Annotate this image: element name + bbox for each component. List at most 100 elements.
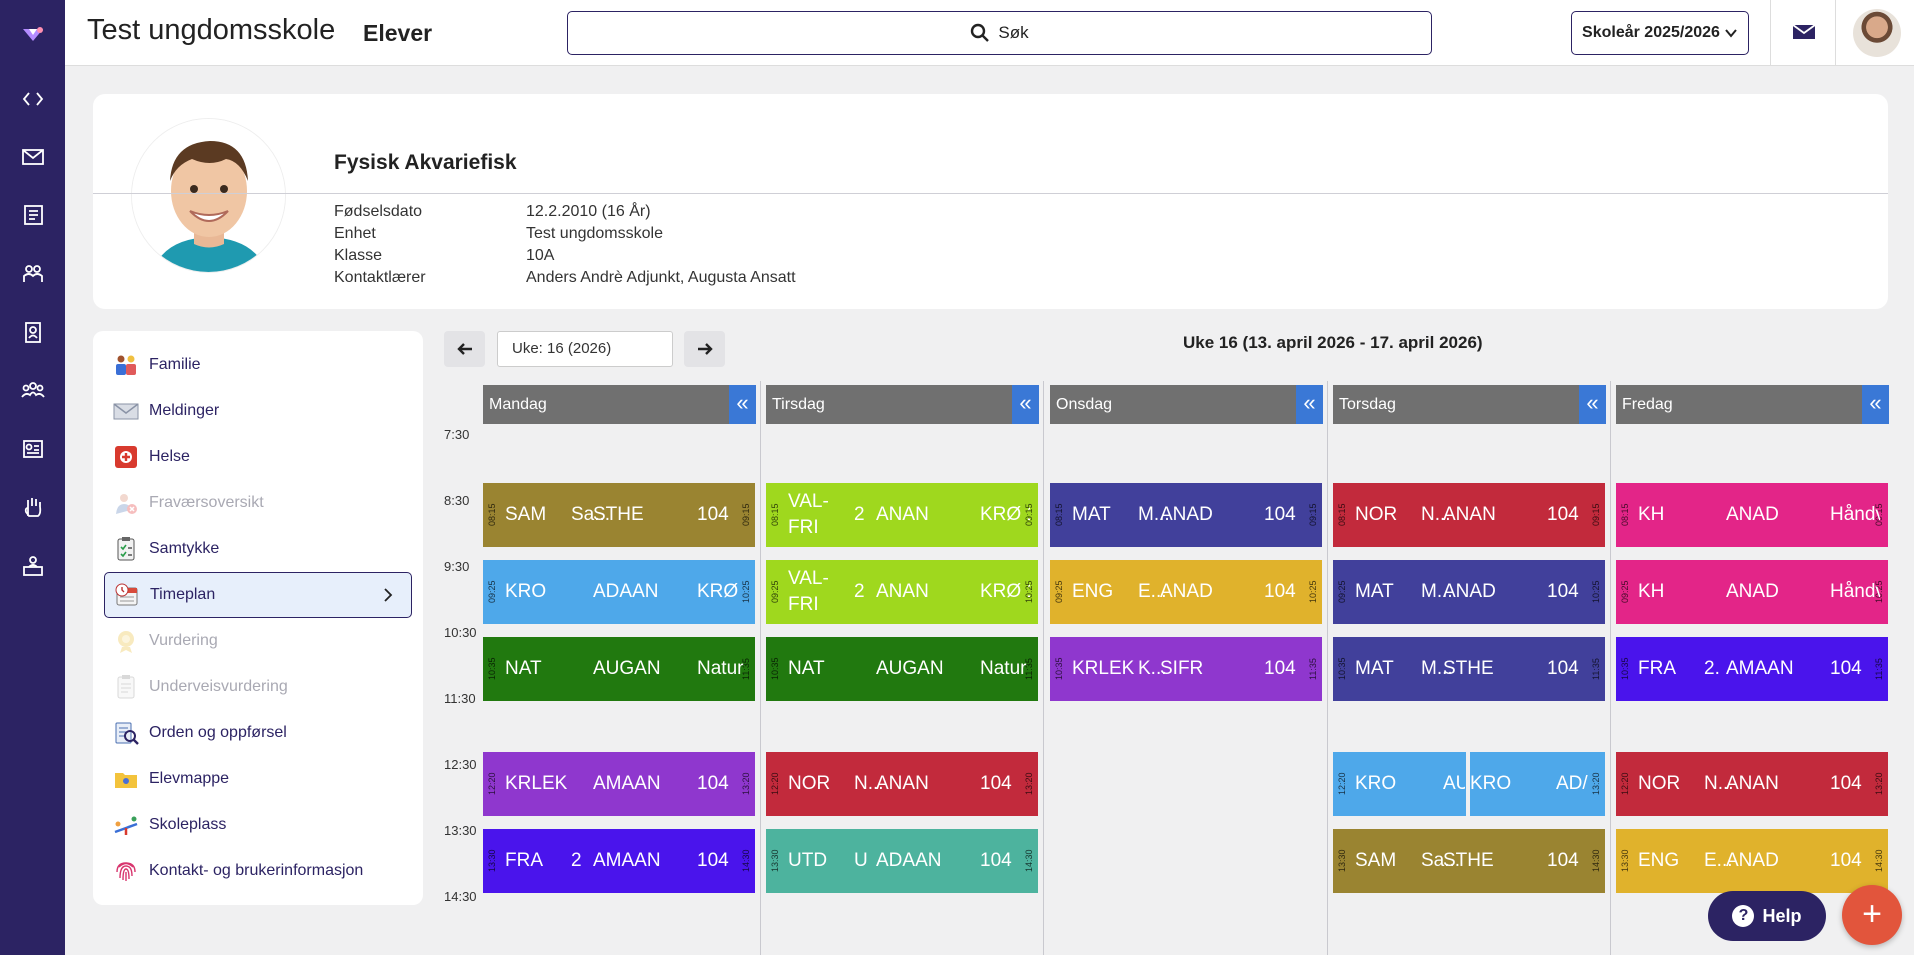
day-name: Torsdag — [1339, 396, 1396, 413]
menu-item-skoleplass[interactable]: Skoleplass — [93, 802, 423, 848]
timetable-icon — [112, 582, 142, 608]
hand-icon[interactable] — [0, 489, 65, 525]
schedule-icon[interactable] — [0, 431, 65, 467]
lesson-block[interactable]: 09:2510:25VAL-FRI2ANANKRØ 1 — [766, 559, 1038, 624]
health-icon — [111, 444, 141, 470]
lesson-block[interactable]: 08:15 09:15 NOR N... ANAN 104 — [1333, 482, 1605, 547]
mail-icon[interactable] — [0, 139, 65, 175]
menu-item-label: Kontakt- og brukerinformasjon — [149, 862, 364, 879]
lesson-teacher: AD/ — [1556, 773, 1588, 794]
time-label: 11:30 — [444, 691, 476, 706]
lesson-teacher: ANAD — [1160, 580, 1213, 602]
groups-icon[interactable] — [0, 373, 65, 409]
nav-rail — [0, 0, 65, 955]
collapse-day-button[interactable]: « — [1296, 385, 1323, 424]
students-icon[interactable] — [0, 256, 65, 292]
news-icon[interactable] — [0, 197, 65, 233]
lesson-block[interactable]: 12:20 13:20 NOR N... ANAN 104 — [766, 752, 1038, 816]
lesson-block[interactable]: 10:35 11:35 NAT AUGAN Natur — [483, 636, 755, 701]
menu-item-timeplan[interactable]: Timeplan — [104, 572, 412, 618]
lesson-start-time: 08:15 — [770, 503, 780, 526]
lesson-block[interactable]: 09:25 10:25 KH ANAD Håndv — [1616, 559, 1888, 624]
collapse-day-button[interactable]: « — [1579, 385, 1606, 424]
next-week-button[interactable] — [684, 331, 725, 367]
lesson-block[interactable]: 08:1509:15VAL-FRI2ANANKRØ 1 — [766, 482, 1038, 547]
lesson-block[interactable]: 08:15 09:15 SAM Sa... STHE 104 — [483, 482, 755, 547]
lesson-start-time: 08:15 — [1337, 503, 1347, 526]
menu-item-kontakt-og-brukerinformasjon[interactable]: Kontakt- og brukerinformasjon — [93, 848, 423, 894]
lesson-subject: KRLEK — [1072, 657, 1135, 679]
lesson-room: Natur — [697, 657, 744, 679]
expand-code-icon[interactable] — [0, 81, 65, 117]
lesson-block[interactable]: 13:30 14:30 SAM Sa... STHE 104 — [1333, 829, 1605, 893]
lesson-teacher: SIFR — [1160, 657, 1204, 679]
formative-assessment-icon — [111, 674, 141, 700]
id-card-icon[interactable] — [0, 314, 65, 350]
week-picker-input[interactable]: Uke: 16 (2026) — [497, 331, 673, 367]
day-header-mandag: Mandag « — [483, 385, 756, 424]
time-label: 12:30 — [444, 757, 477, 772]
menu-item-familie[interactable]: Familie — [93, 342, 423, 388]
lesson-room: 104 — [1264, 580, 1296, 602]
search-bar[interactable]: Søk — [567, 11, 1432, 55]
lesson-room: 104 — [1830, 657, 1862, 679]
lesson-block[interactable]: 10:35 11:35 MAT M... STHE 104 — [1333, 636, 1605, 701]
lesson-block[interactable]: 13:30 14:30 ENG E... ANAD 104 — [1616, 829, 1888, 893]
menu-item-elevmappe[interactable]: Elevmappe — [93, 756, 423, 802]
day-divider — [1327, 381, 1328, 955]
time-label: 13:30 — [444, 823, 477, 838]
lesson-block[interactable]: 12:20 13:20 NOR N... ANAN 104 — [1616, 752, 1888, 816]
add-button[interactable]: + — [1842, 885, 1902, 945]
menu-item-vurdering: Vurdering — [93, 618, 423, 664]
menu-item-orden-og-oppførsel[interactable]: Orden og oppførsel — [93, 710, 423, 756]
day-divider — [760, 381, 761, 955]
lesson-room: 104 — [1547, 657, 1579, 679]
lesson-block[interactable]: 08:15 09:15 KH ANAD Håndv — [1616, 482, 1888, 547]
lesson-block[interactable]: 13:30 14:30 UTD U ADAAN 104 — [766, 829, 1038, 893]
lesson-subject: MAT — [1355, 580, 1394, 602]
consent-icon — [111, 536, 141, 562]
lesson-subject: SAM — [1355, 850, 1397, 871]
time-label: 7:30 — [444, 427, 470, 442]
lesson-block[interactable]: 08:15 09:15 MAT M... ANAD 104 — [1050, 482, 1322, 547]
menu-item-meldinger[interactable]: Meldinger — [93, 388, 423, 434]
lesson-block[interactable]: 12:2013:20KROAD/ — [1470, 752, 1605, 816]
previous-week-button[interactable] — [444, 331, 485, 367]
lesson-block[interactable]: 09:25 10:25 MAT M... ANAD 104 — [1333, 559, 1605, 624]
info-value: 12.2.2010 (16 År) — [526, 203, 651, 220]
app-logo-icon[interactable] — [0, 16, 65, 52]
lesson-teacher: AMAAN — [1726, 657, 1794, 679]
user-avatar[interactable] — [1853, 9, 1901, 57]
collapse-day-button[interactable]: « — [1012, 385, 1039, 424]
lesson-teacher: ANAD — [1443, 580, 1496, 602]
info-value: 10A — [526, 247, 555, 264]
time-label: 9:30 — [444, 559, 470, 574]
lesson-block[interactable]: 10:35 11:35 KRLEK K... SIFR 104 — [1050, 636, 1322, 701]
menu-item-helse[interactable]: Helse — [93, 434, 423, 480]
lesson-teacher: ADAAN — [593, 580, 659, 602]
lesson-block[interactable]: 10:35 11:35 FRA 2. AMAAN 104 — [1616, 636, 1888, 701]
lesson-room: KRØ 1 — [980, 580, 1030, 602]
info-key: Kontaktlærer — [334, 269, 426, 286]
lesson-subject: KH — [1638, 503, 1665, 525]
lesson-start-time: 13:30 — [1620, 849, 1630, 873]
lesson-block[interactable]: 12:20 13:20 KRLEK AMAAN 104 — [483, 752, 755, 816]
collapse-day-button[interactable]: « — [1862, 385, 1889, 424]
lesson-block[interactable]: 13:30 14:30 FRA 2 AMAAN 104 — [483, 829, 755, 893]
day-name: Tirsdag — [772, 396, 825, 413]
lesson-start-time: 10:35 — [1337, 657, 1347, 680]
lesson-subject: NOR — [1355, 503, 1398, 525]
lesson-block[interactable]: 12:20 KRO AU — [1333, 752, 1466, 816]
school-year-dropdown[interactable]: Skoleår 2025/2026 — [1571, 11, 1749, 55]
day-divider — [1043, 381, 1044, 955]
messages-button[interactable] — [1788, 16, 1820, 48]
menu-item-samtykke[interactable]: Samtykke — [93, 526, 423, 572]
lesson-block[interactable]: 09:25 10:25 KRO ADAAN KRØ — [483, 559, 755, 624]
lesson-block[interactable]: 09:25 10:25 ENG E... ANAD 104 — [1050, 559, 1322, 624]
lesson-subject: KH — [1638, 580, 1665, 602]
lesson-teacher: ANAN — [876, 773, 929, 794]
help-button[interactable]: ? Help — [1708, 891, 1826, 941]
teacher-icon[interactable] — [0, 548, 65, 584]
collapse-day-button[interactable]: « — [729, 385, 756, 424]
lesson-block[interactable]: 10:35 11:35 NAT AUGAN Natur — [766, 636, 1038, 701]
